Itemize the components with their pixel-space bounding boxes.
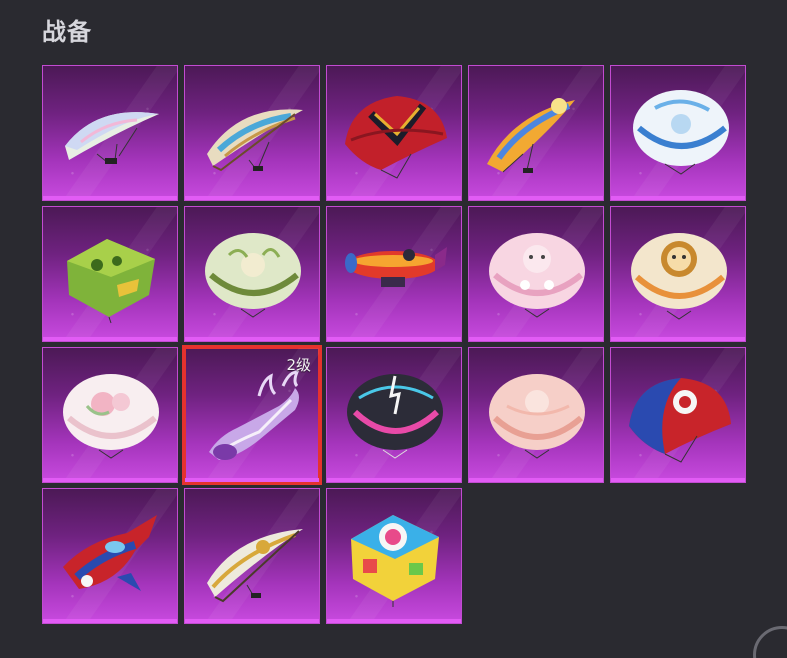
parachute-glider-tribal-icon xyxy=(207,109,303,172)
parachute-neon-pink-icon xyxy=(347,374,443,459)
item-card[interactable] xyxy=(468,206,604,342)
parachute-glider-pastel-icon xyxy=(65,112,159,164)
glider-purple-flame-icon xyxy=(209,370,300,460)
parachute-red-armor-icon xyxy=(345,96,447,179)
parachute-green-floral-icon xyxy=(205,233,301,318)
item-card[interactable] xyxy=(610,65,746,201)
item-card[interactable] xyxy=(184,65,320,201)
item-card[interactable] xyxy=(326,347,462,483)
item-card[interactable] xyxy=(42,347,178,483)
parachute-pink-rose-icon xyxy=(63,374,159,459)
item-card[interactable] xyxy=(42,206,178,342)
item-card[interactable] xyxy=(326,65,462,201)
item-card-selected[interactable]: 2级 xyxy=(182,345,322,485)
item-card[interactable] xyxy=(184,206,320,342)
parachute-green-cake-icon xyxy=(67,239,155,324)
parachute-soft-pink-icon xyxy=(489,374,585,459)
corner-ring-icon xyxy=(753,626,787,658)
parachute-glider-sunburst-icon xyxy=(487,98,575,173)
item-card[interactable] xyxy=(184,488,320,624)
parachute-glider-white-gold-icon xyxy=(207,529,303,603)
level-badge: 2级 xyxy=(286,356,311,374)
item-card[interactable] xyxy=(326,488,462,624)
item-card[interactable] xyxy=(610,347,746,483)
item-card[interactable] xyxy=(610,206,746,342)
item-grid: 2级 xyxy=(42,65,746,624)
item-card[interactable] xyxy=(468,65,604,201)
parachute-blue-dragon-icon xyxy=(633,90,729,175)
item-card[interactable] xyxy=(326,206,462,342)
item-card[interactable] xyxy=(42,65,178,201)
jet-red-blue-icon xyxy=(63,515,157,591)
parachute-red-blue-spider-icon xyxy=(629,378,731,463)
readiness-page: 战备 2级 xyxy=(0,0,787,658)
item-card[interactable] xyxy=(468,347,604,483)
parachute-pink-bear-icon xyxy=(489,233,585,318)
airship-red-icon xyxy=(345,247,447,287)
page-title: 战备 xyxy=(42,18,92,46)
parachute-rainbow-box-icon xyxy=(351,515,439,607)
parachute-lion-icon xyxy=(631,233,727,320)
item-card[interactable] xyxy=(42,488,178,624)
